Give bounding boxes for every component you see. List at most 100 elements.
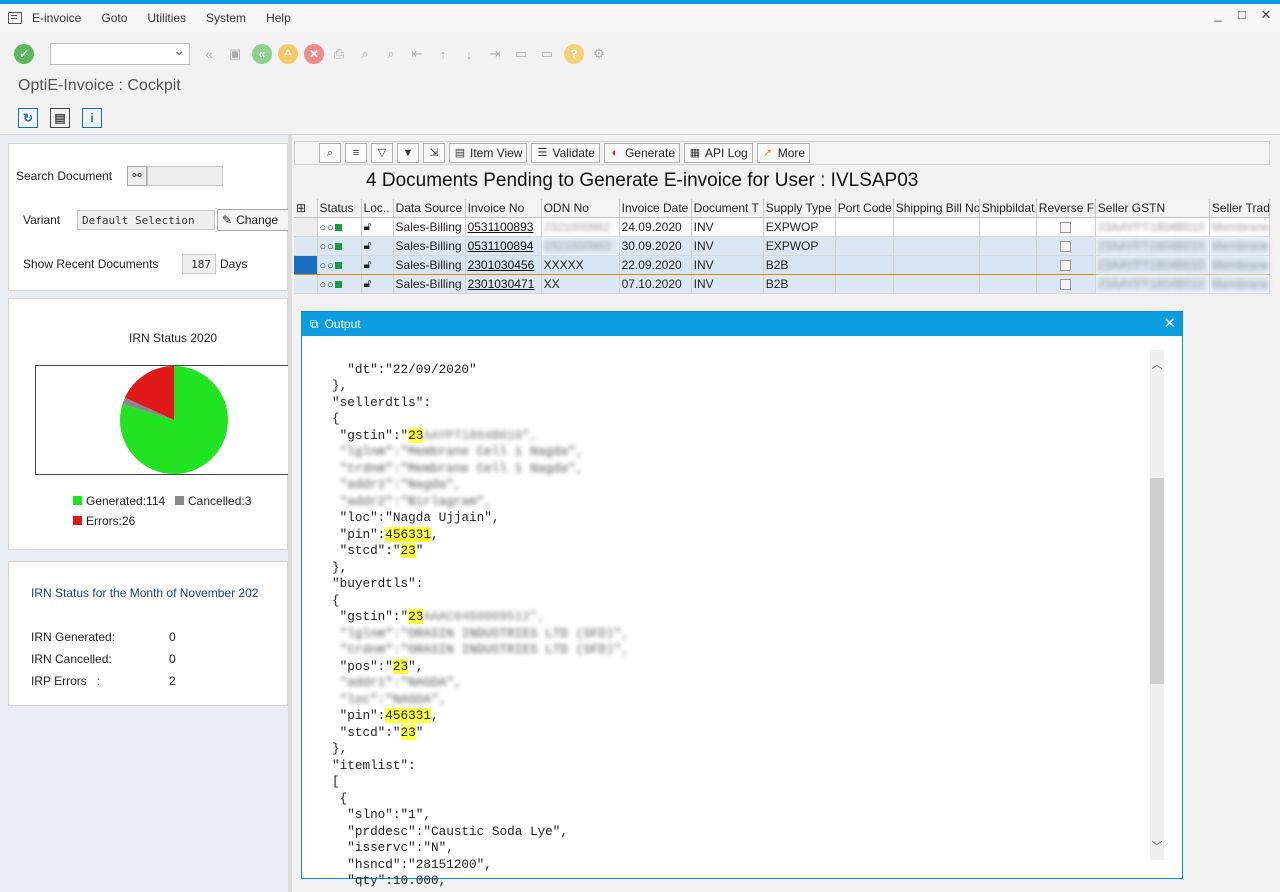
close-button[interactable]: ✕ [1260, 8, 1272, 22]
pencil-icon: ✎ [222, 213, 233, 227]
scroll-up-icon[interactable]: ︿ [1150, 356, 1164, 372]
info-icon[interactable]: i [82, 108, 102, 128]
reverse-flag-checkbox[interactable] [1036, 236, 1096, 256]
col-shipbill-date[interactable]: Shipbildat [979, 199, 1037, 218]
validate-label: Validate [552, 146, 595, 160]
row-selector[interactable] [294, 274, 318, 294]
json-line: "trdnm":"ORASIN INDUSTRIES LTD (SFD)", [332, 642, 629, 657]
menu-utilities[interactable]: Utilities [147, 11, 186, 25]
refresh-icon[interactable]: ↻ [18, 108, 38, 128]
col-invoice-date[interactable]: Invoice Date [619, 199, 692, 218]
enter-check-icon[interactable]: ✓ [14, 44, 34, 64]
col-status[interactable]: Status [317, 199, 362, 218]
cell-doc-type: INV [691, 236, 764, 256]
variant-field[interactable]: Default Selection [77, 210, 215, 230]
menu-goto[interactable]: Goto [101, 11, 127, 25]
reverse-flag-checkbox[interactable] [1036, 254, 1096, 275]
save-icon[interactable]: ▣ [226, 45, 244, 63]
json-line: "stcd":"23" [332, 724, 424, 740]
cell-shipping-bill [893, 274, 980, 294]
col-port-code[interactable]: Port Code [835, 199, 894, 218]
cell-supply-type: EXPWOP [763, 236, 836, 256]
col-document-type[interactable]: Document T [691, 199, 764, 218]
vertical-scrollbar[interactable]: ︿ ﹀ [1150, 350, 1164, 860]
reverse-flag-checkbox[interactable] [1036, 274, 1096, 294]
validate-button[interactable]: ☰ Validate [531, 143, 600, 163]
prev-page-icon[interactable]: ↑ [434, 45, 452, 63]
api-log-label: API Log [705, 146, 748, 160]
find-icon[interactable]: ⌕ [356, 45, 374, 63]
col-loc[interactable]: Loc.. [361, 199, 394, 218]
cell-invoice-link[interactable]: 2301030471 [465, 274, 542, 294]
dialog-titlebar[interactable]: ⧉ Output ✕ [302, 312, 1182, 336]
row-selector[interactable] [294, 217, 318, 237]
new-session-icon[interactable]: ▭ [512, 45, 530, 63]
help-icon[interactable]: ? [564, 44, 584, 64]
col-reverse-flag[interactable]: Reverse Fl [1036, 199, 1096, 218]
cell-invoice-link[interactable]: 2301030456 [465, 254, 542, 275]
change-variant-button[interactable]: ✎ Change [217, 209, 289, 231]
table-row[interactable]: ○○ 🔓︎ Sales-Billing 2301030456 XXXXX 22.… [294, 254, 1271, 275]
lock-icon: 🔓︎ [361, 274, 394, 294]
status-icon: ○○ [317, 274, 362, 294]
binoculars-icon[interactable]: ⚯ [127, 166, 147, 186]
sort-button[interactable]: ≡ [345, 143, 367, 163]
layout-icon[interactable]: ▤ [50, 108, 70, 128]
export-button[interactable]: ⇲ [423, 143, 445, 163]
cancel-icon[interactable]: ✕ [304, 44, 324, 64]
recent-documents-label: Show Recent Documents [23, 257, 159, 271]
col-invoice-no[interactable]: Invoice No [465, 199, 542, 218]
json-line: "lglnm":"ORASIN INDUSTRIES LTD (SFD)", [332, 625, 629, 641]
cell-shipping-bill [893, 236, 980, 256]
settings-gear-icon[interactable]: ⚙ [590, 45, 608, 63]
select-all-icon[interactable]: ⊞ [294, 199, 318, 218]
dialog-close-icon[interactable]: ✕ [1163, 314, 1176, 332]
cell-invoice-link[interactable]: 0531100894 [465, 236, 542, 256]
menu-e-invoice[interactable]: E-invoice [32, 11, 81, 25]
json-line: { [332, 790, 348, 806]
col-supply-type[interactable]: Supply Type [763, 199, 836, 218]
table-row[interactable]: ○○ 🔓︎ Sales-Billing 0531100893 232100096… [294, 217, 1271, 237]
more-button[interactable]: ➚ More [756, 143, 811, 163]
details-button[interactable]: ⌕ [319, 143, 341, 163]
generate-button[interactable]: ◐ Generate [603, 143, 680, 163]
col-seller-trade[interactable]: Seller Trad [1209, 199, 1271, 218]
first-page-icon[interactable]: ⇤ [408, 45, 426, 63]
reverse-flag-checkbox[interactable] [1036, 217, 1096, 237]
row-selector[interactable] [294, 236, 318, 256]
next-page-icon[interactable]: ↓ [460, 45, 478, 63]
command-field[interactable] [50, 42, 190, 65]
scroll-thumb[interactable] [1150, 478, 1164, 684]
back-green-icon[interactable]: « [252, 44, 272, 64]
legend-cancelled-text: Cancelled:3 [188, 494, 252, 508]
col-shipping-bill-no[interactable]: Shipping Bill No [893, 199, 980, 218]
filter-button[interactable]: ▽ [371, 143, 393, 163]
system-menu-icon[interactable] [8, 12, 22, 24]
cell-invoice-link[interactable]: 0531100893 [465, 217, 542, 237]
maximize-button[interactable]: □ [1236, 8, 1248, 22]
col-data-source[interactable]: Data Source [393, 199, 466, 218]
api-log-button[interactable]: ▦ API Log [684, 143, 753, 163]
cell-odn-no: XXXXX [541, 254, 620, 275]
search-document-input[interactable] [147, 166, 223, 186]
col-odn-no[interactable]: ODN No [541, 199, 620, 218]
table-row[interactable]: ○○ 🔓︎ Sales-Billing 2301030471 XX 07.10.… [294, 274, 1271, 294]
find-next-icon[interactable]: ⌕ [382, 45, 400, 63]
exit-icon[interactable]: ^ [278, 44, 298, 64]
print-icon[interactable]: ⎙ [330, 45, 348, 63]
menu-help[interactable]: Help [266, 11, 291, 25]
shortcut-icon[interactable]: ▭ [538, 45, 556, 63]
last-page-icon[interactable]: ⇥ [486, 45, 504, 63]
filter-menu-button[interactable]: ▼ [397, 143, 419, 163]
col-seller-gstn[interactable]: Seller GSTN [1095, 199, 1210, 218]
monthly-status-panel: IRN Status for the Month of November 202… [8, 561, 288, 706]
item-view-button[interactable]: ▤ Item View [449, 143, 528, 163]
recent-days-input[interactable]: 187 [182, 254, 216, 274]
minimize-button[interactable]: _ [1212, 8, 1224, 22]
back-icon[interactable]: « [200, 45, 218, 63]
scroll-down-icon[interactable]: ﹀ [1150, 838, 1164, 854]
row-selector[interactable] [294, 254, 318, 275]
table-row[interactable]: ○○ 🔓︎ Sales-Billing 0531100894 232100096… [294, 236, 1271, 256]
menu-system[interactable]: System [206, 11, 246, 25]
irn-generated-value: 0 [169, 630, 176, 644]
